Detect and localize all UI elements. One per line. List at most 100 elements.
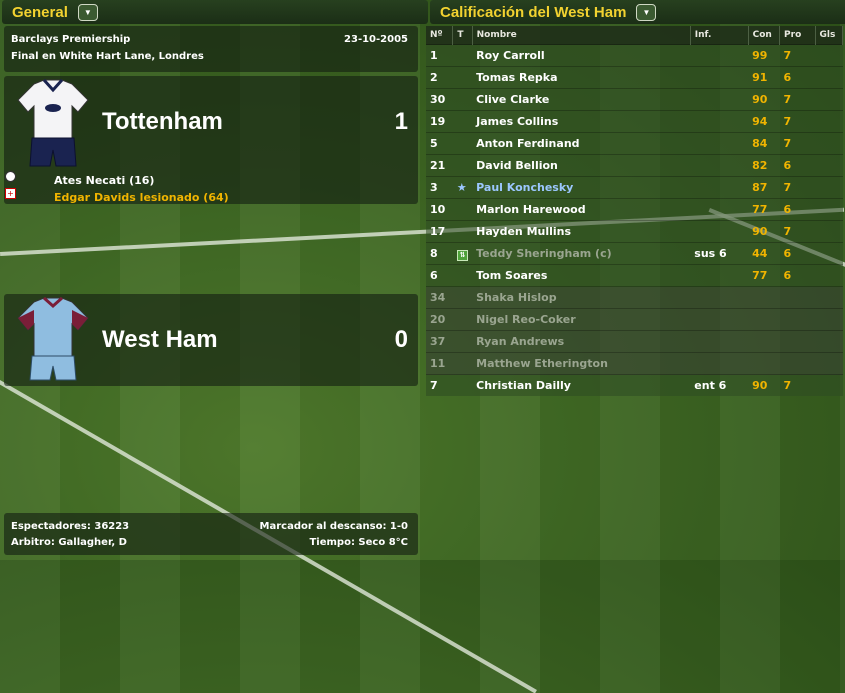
- player-goals: [815, 374, 843, 396]
- table-row[interactable]: 30 Clive Clarke 90 7: [426, 88, 843, 111]
- player-info: [690, 330, 749, 353]
- table-row[interactable]: 6 Tom Soares 77 6: [426, 264, 843, 287]
- player-rating: 6: [779, 66, 816, 89]
- player-info: sus 6: [690, 242, 749, 265]
- ball-icon: [5, 171, 16, 182]
- player-condition: 77: [748, 198, 780, 221]
- col-con[interactable]: Con: [748, 26, 781, 45]
- player-name: Tomas Repka: [472, 66, 691, 89]
- table-row[interactable]: 37 Ryan Andrews: [426, 330, 843, 353]
- player-number: 19: [426, 110, 453, 133]
- table-row[interactable]: 2 Tomas Repka 91 6: [426, 66, 843, 89]
- player-name: Teddy Sheringham (c): [472, 242, 691, 265]
- event-row: + Edgar Davids lesionado (64): [4, 187, 418, 204]
- player-goals: [815, 286, 843, 309]
- player-condition: 82: [748, 154, 780, 177]
- player-number: 10: [426, 198, 453, 221]
- venue: Final en White Hart Lane, Londres: [11, 51, 204, 62]
- attendance: Espectadores: 36223: [11, 521, 130, 532]
- player-rating: [779, 330, 816, 353]
- player-type: ★: [452, 176, 473, 199]
- table-row[interactable]: 1 Roy Carroll 99 7: [426, 44, 843, 67]
- table-row[interactable]: 3 ★ Paul Konchesky 87 7: [426, 176, 843, 199]
- player-goals: [815, 220, 843, 243]
- player-name: Nigel Reo-Coker: [472, 308, 691, 331]
- player-name: David Bellion: [472, 154, 691, 177]
- player-type: ⇅: [452, 242, 473, 265]
- player-number: 11: [426, 352, 453, 375]
- table-row[interactable]: 7 Christian Dailly ent 6 90 7: [426, 374, 843, 396]
- table-row[interactable]: 10 Marlon Harewood 77 6: [426, 198, 843, 221]
- table-row[interactable]: 11 Matthew Etherington: [426, 352, 843, 375]
- player-name: Paul Konchesky: [472, 176, 691, 199]
- event-text: Ates Necati (16): [54, 174, 155, 187]
- event-text: Edgar Davids lesionado (64): [54, 191, 229, 204]
- weather: Tiempo: Seco 8°C: [309, 537, 408, 548]
- player-type: [452, 110, 473, 133]
- player-goals: [815, 242, 843, 265]
- table-row[interactable]: 21 David Bellion 82 6: [426, 154, 843, 177]
- general-dropdown-button[interactable]: ▼: [77, 3, 98, 21]
- player-number: 5: [426, 132, 453, 155]
- player-name: Roy Carroll: [472, 44, 691, 67]
- halftime-score: Marcador al descanso: 1-0: [259, 521, 408, 532]
- player-number: 8: [426, 242, 453, 265]
- injury-icon: +: [5, 188, 16, 199]
- col-number[interactable]: Nº: [426, 26, 454, 45]
- player-number: 7: [426, 374, 453, 396]
- player-info: [690, 110, 749, 133]
- player-type: [452, 44, 473, 67]
- player-info: [690, 88, 749, 111]
- player-condition: 90: [748, 88, 780, 111]
- player-type: [452, 220, 473, 243]
- general-title: General: [12, 3, 68, 21]
- col-goals[interactable]: Gls: [815, 26, 844, 45]
- table-header-row: Nº T Nombre Inf. Con Pro Gls: [426, 26, 844, 45]
- player-type: [452, 198, 473, 221]
- player-name: Marlon Harewood: [472, 198, 691, 221]
- player-name: Christian Dailly: [472, 374, 691, 396]
- player-type: [452, 374, 473, 396]
- col-name[interactable]: Nombre: [472, 26, 691, 45]
- competition: Barclays Premiership: [11, 34, 131, 45]
- ratings-header: Calificación del West Ham ▼: [430, 0, 845, 24]
- table-row[interactable]: 34 Shaka Hislop: [426, 286, 843, 309]
- ratings-title: Calificación del West Ham: [440, 3, 627, 21]
- player-type: [452, 264, 473, 287]
- table-row[interactable]: 8 ⇅ Teddy Sheringham (c) sus 6 44 6: [426, 242, 843, 265]
- player-rating: 7: [779, 132, 816, 155]
- player-type: [452, 330, 473, 353]
- col-pro[interactable]: Pro: [779, 26, 816, 45]
- player-goals: [815, 264, 843, 287]
- player-goals: [815, 154, 843, 177]
- star-icon: ★: [456, 181, 467, 194]
- table-row[interactable]: 5 Anton Ferdinand 84 7: [426, 132, 843, 155]
- player-goals: [815, 198, 843, 221]
- player-name: Clive Clarke: [472, 88, 691, 111]
- player-condition: [748, 286, 780, 309]
- tottenham-kit-icon: [17, 78, 89, 167]
- ratings-dropdown-button[interactable]: ▼: [636, 3, 657, 21]
- event-row: Ates Necati (16): [4, 170, 418, 187]
- player-type: [452, 66, 473, 89]
- col-info[interactable]: Inf.: [690, 26, 749, 45]
- player-name: Anton Ferdinand: [472, 132, 691, 155]
- player-number: 34: [426, 286, 453, 309]
- home-events: Ates Necati (16) + Edgar Davids lesionad…: [4, 170, 418, 204]
- player-info: [690, 66, 749, 89]
- player-type: [452, 286, 473, 309]
- player-type: [452, 132, 473, 155]
- table-row[interactable]: 19 James Collins 94 7: [426, 110, 843, 133]
- match-date: 23-10-2005: [344, 34, 408, 45]
- match-footer-panel: Espectadores: 36223 Arbitro: Gallagher, …: [4, 513, 418, 555]
- table-row[interactable]: 17 Hayden Mullins 90 7: [426, 220, 843, 243]
- player-rating: 7: [779, 44, 816, 67]
- player-number: 30: [426, 88, 453, 111]
- player-goals: [815, 110, 843, 133]
- player-condition: [748, 352, 780, 375]
- home-team-name: Tottenham: [102, 108, 223, 135]
- player-goals: [815, 330, 843, 353]
- player-rating: 6: [779, 242, 816, 265]
- table-row[interactable]: 20 Nigel Reo-Coker: [426, 308, 843, 331]
- col-type[interactable]: T: [452, 26, 473, 45]
